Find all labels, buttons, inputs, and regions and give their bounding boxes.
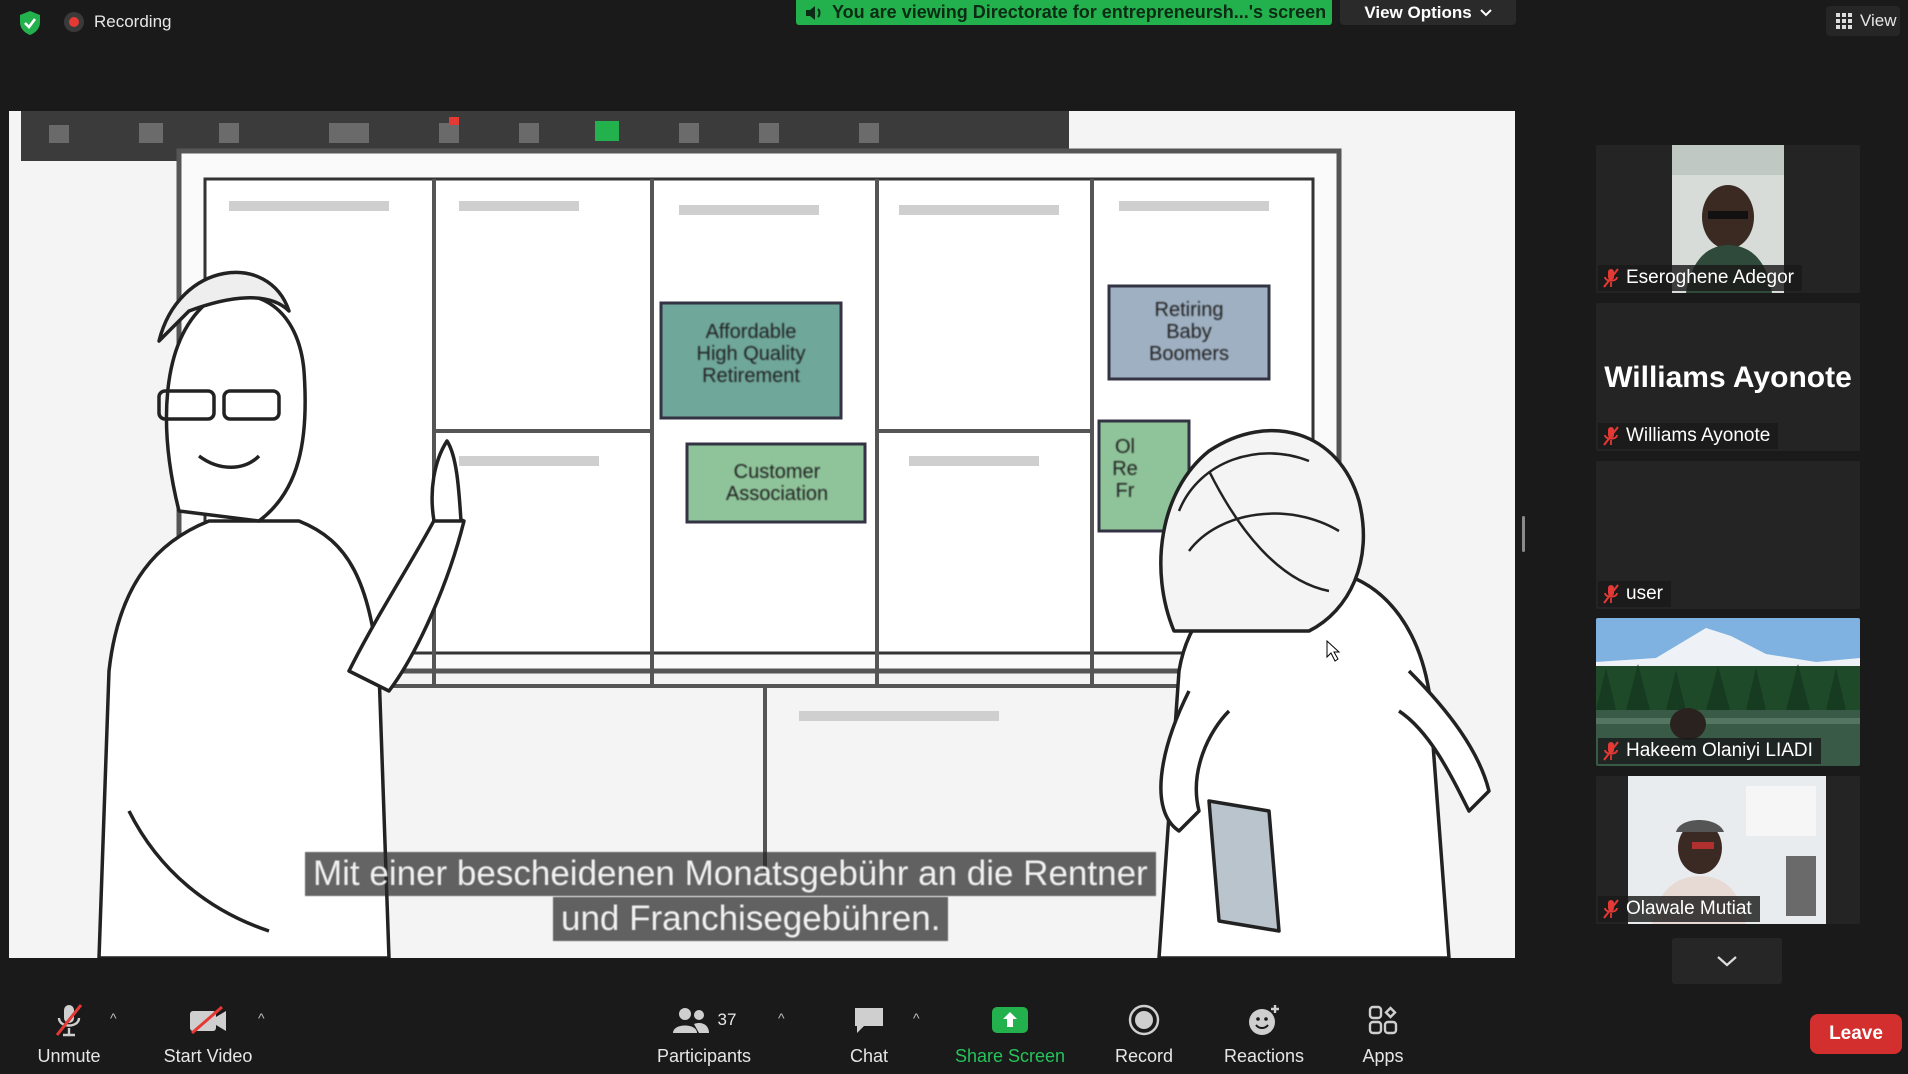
recording-indicator[interactable]: Recording	[64, 12, 172, 32]
video-options-caret[interactable]: ^	[258, 1010, 265, 1026]
view-label: View	[1860, 11, 1897, 30]
start-video-label: Start Video	[163, 1046, 253, 1066]
mic-off-icon	[1603, 741, 1619, 761]
chat-label: Chat	[849, 1046, 889, 1066]
participants-label: Participants	[656, 1046, 752, 1066]
participants-icon	[672, 1008, 709, 1033]
leave-button[interactable]: Leave	[1810, 1014, 1902, 1054]
participant-name: Eseroghene Adegor	[1626, 267, 1794, 288]
panel-resize-handle[interactable]	[1522, 516, 1525, 552]
sticky-note-affordable: Affordable High Quality Retirement	[696, 321, 806, 387]
share-screen-label: Share Screen	[954, 1046, 1066, 1066]
unmute-button[interactable]: Unmute	[34, 1000, 104, 1067]
mic-off-icon	[1603, 584, 1619, 604]
recording-label: Recording	[94, 12, 172, 31]
mic-off-icon	[1603, 426, 1619, 446]
share-banner-text: You are viewing Directorate for entrepre…	[832, 2, 1327, 22]
start-video-button[interactable]: Start Video	[160, 1000, 256, 1067]
video-off-icon	[190, 1005, 226, 1035]
speaker-icon	[806, 5, 821, 20]
participant-tile[interactable]: Hakeem Olaniyi LIADI	[1596, 618, 1860, 766]
participant-name: Williams Ayonote	[1626, 425, 1771, 446]
participant-label: Olawale Mutiat	[1598, 896, 1760, 922]
participant-label: Williams Ayonote	[1598, 423, 1779, 449]
participants-count: 37	[717, 1010, 737, 1029]
grid-icon	[1836, 13, 1852, 29]
apps-button[interactable]: Apps	[1354, 1000, 1412, 1067]
mic-off-icon	[1603, 899, 1619, 919]
participant-tile[interactable]: Eseroghene Adegor	[1596, 145, 1860, 293]
participant-label: Eseroghene Adegor	[1598, 265, 1802, 291]
chat-icon	[855, 1008, 883, 1033]
mic-off-icon	[55, 1004, 83, 1037]
subtitle-line-1: Mit einer bescheidenen Monatsgebühr an d…	[305, 852, 1156, 896]
sticky-note-partial: Ol Re Fr	[1112, 436, 1138, 502]
participant-name: Hakeem Olaniyi LIADI	[1626, 740, 1813, 761]
view-options-label: View Options	[1364, 2, 1472, 22]
chat-options-caret[interactable]: ^	[913, 1010, 920, 1026]
chat-button[interactable]: Chat	[842, 1000, 896, 1067]
leave-label: Leave	[1829, 1023, 1883, 1044]
view-button[interactable]: View	[1826, 6, 1900, 36]
participant-label: user	[1598, 581, 1671, 607]
participant-name: user	[1626, 583, 1663, 604]
view-options-button[interactable]: View Options	[1340, 0, 1516, 25]
reactions-button[interactable]: Reactions	[1216, 1000, 1312, 1067]
participants-button[interactable]: 37 Participants	[654, 1000, 754, 1067]
sticky-note-retiring: Retiring Baby Boomers	[1148, 299, 1230, 365]
apps-label: Apps	[1362, 1046, 1404, 1066]
shared-screen[interactable]: Affordable High Quality Retirement Custo…	[9, 111, 1515, 958]
share-screen-button[interactable]: Share Screen	[950, 1000, 1070, 1067]
record-icon	[1128, 1004, 1160, 1036]
reactions-label: Reactions	[1223, 1046, 1305, 1066]
screen-share-banner: You are viewing Directorate for entrepre…	[796, 0, 1332, 25]
sticky-note-customer: Customer Association	[725, 461, 829, 505]
reactions-icon	[1249, 1005, 1279, 1035]
security-shield-icon[interactable]	[18, 10, 42, 36]
subtitle-line-2: und Franchisegebühren.	[553, 897, 949, 941]
share-screen-icon	[992, 1007, 1028, 1033]
audio-options-caret[interactable]: ^	[110, 1010, 117, 1026]
record-label: Record	[1114, 1046, 1174, 1066]
shared-screen-illustration	[21, 111, 1491, 958]
unmute-label: Unmute	[37, 1046, 101, 1066]
mic-off-icon	[1603, 268, 1619, 288]
chevron-down-icon	[1717, 956, 1737, 967]
record-button[interactable]: Record	[1112, 1000, 1176, 1067]
participant-name: Olawale Mutiat	[1626, 898, 1752, 919]
recording-dot-icon	[64, 12, 84, 32]
participant-tile[interactable]: Olawale Mutiat	[1596, 776, 1860, 924]
participants-options-caret[interactable]: ^	[778, 1010, 785, 1026]
chevron-down-icon	[1479, 8, 1492, 16]
participant-tile[interactable]: Williams Ayonote Williams Ayonote	[1596, 303, 1860, 451]
participant-label: Hakeem Olaniyi LIADI	[1598, 738, 1821, 764]
participant-tile[interactable]: user	[1596, 461, 1860, 609]
zoom-meeting-window: Recording You are viewing Directorate fo…	[0, 0, 1908, 1074]
participant-display-name: Williams Ayonote	[1604, 361, 1852, 394]
apps-icon	[1368, 1005, 1398, 1035]
gallery-scroll-down-button[interactable]	[1672, 938, 1782, 984]
